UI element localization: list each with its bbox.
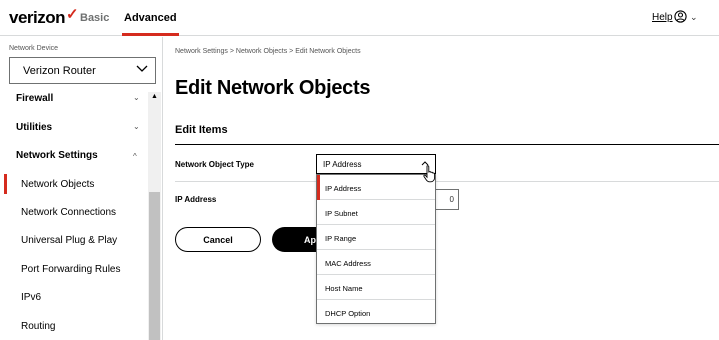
ip-address-label: IP Address (175, 195, 217, 204)
ip-address-value: 0 (449, 195, 454, 204)
sidebar-item-network-settings[interactable]: Network Settings (16, 150, 98, 161)
user-menu-chevron-icon[interactable]: ⌄ (690, 12, 698, 23)
chevron-down-icon (135, 61, 149, 78)
user-circle-icon (674, 10, 687, 23)
chevron-down-icon[interactable]: ⌄ (133, 93, 140, 102)
network-device-label: Network Device (9, 45, 59, 52)
chevron-down-icon[interactable]: ⌄ (133, 122, 140, 131)
dropdown-option-host-name[interactable]: Host Name (317, 275, 435, 300)
sidebar-item-network-connections[interactable]: Network Connections (21, 207, 116, 218)
tab-advanced-label: Advanced (124, 12, 177, 24)
network-device-value: Verizon Router (23, 65, 96, 77)
page-title: Edit Network Objects (175, 77, 371, 99)
sidebar-item-network-objects[interactable]: Network Objects (21, 179, 94, 190)
dropdown-option-ip-range[interactable]: IP Range (317, 225, 435, 250)
network-object-type-value: IP Address (323, 160, 362, 169)
cancel-button[interactable]: Cancel (175, 227, 261, 252)
active-item-indicator (4, 174, 7, 194)
chevron-up-icon[interactable]: ^ (133, 152, 137, 161)
logo-check-icon: ✓ (66, 6, 79, 23)
dropdown-option-dhcp-option[interactable]: DHCP Option (317, 300, 435, 325)
sidebar-item-firewall[interactable]: Firewall (16, 93, 53, 104)
tab-advanced[interactable]: Advanced (122, 12, 179, 36)
network-object-type-dropdown: IP Address IP Subnet IP Range MAC Addres… (316, 174, 436, 324)
sidebar-item-universal-plug-play[interactable]: Universal Plug & Play (21, 235, 117, 246)
verizon-logo[interactable]: verizon✓ (9, 6, 79, 28)
network-object-type-label: Network Object Type (175, 160, 254, 169)
sidebar: Network Device Verizon Router Firewall ⌄… (0, 37, 163, 340)
section-title: Edit Items (175, 124, 228, 136)
row-divider (175, 181, 719, 182)
active-tab-underline (122, 33, 179, 36)
dropdown-option-ip-subnet[interactable]: IP Subnet (317, 200, 435, 225)
logo-text: verizon (9, 8, 66, 27)
user-icon[interactable] (674, 10, 687, 26)
sidebar-item-ipv6[interactable]: IPv6 (21, 292, 41, 303)
dropdown-option-ip-address[interactable]: IP Address (317, 175, 435, 200)
sidebar-item-utilities[interactable]: Utilities (16, 122, 52, 133)
scroll-up-arrow-icon[interactable]: ▲ (151, 93, 158, 100)
dropdown-option-mac-address[interactable]: MAC Address (317, 250, 435, 275)
sidebar-item-port-forwarding-rules[interactable]: Port Forwarding Rules (21, 264, 120, 275)
scrollbar-thumb[interactable] (149, 192, 160, 340)
breadcrumb[interactable]: Network Settings > Network Objects > Edi… (175, 48, 361, 55)
sidebar-item-routing[interactable]: Routing (21, 321, 55, 332)
section-divider (175, 144, 719, 145)
hand-cursor-icon (423, 165, 436, 183)
tab-basic[interactable]: Basic (80, 12, 109, 24)
network-device-select[interactable]: Verizon Router (9, 57, 156, 84)
network-object-type-select[interactable]: IP Address (316, 154, 436, 174)
top-bar: verizon✓ Basic Advanced Help ⌄ (0, 0, 719, 36)
help-link[interactable]: Help (652, 12, 673, 23)
